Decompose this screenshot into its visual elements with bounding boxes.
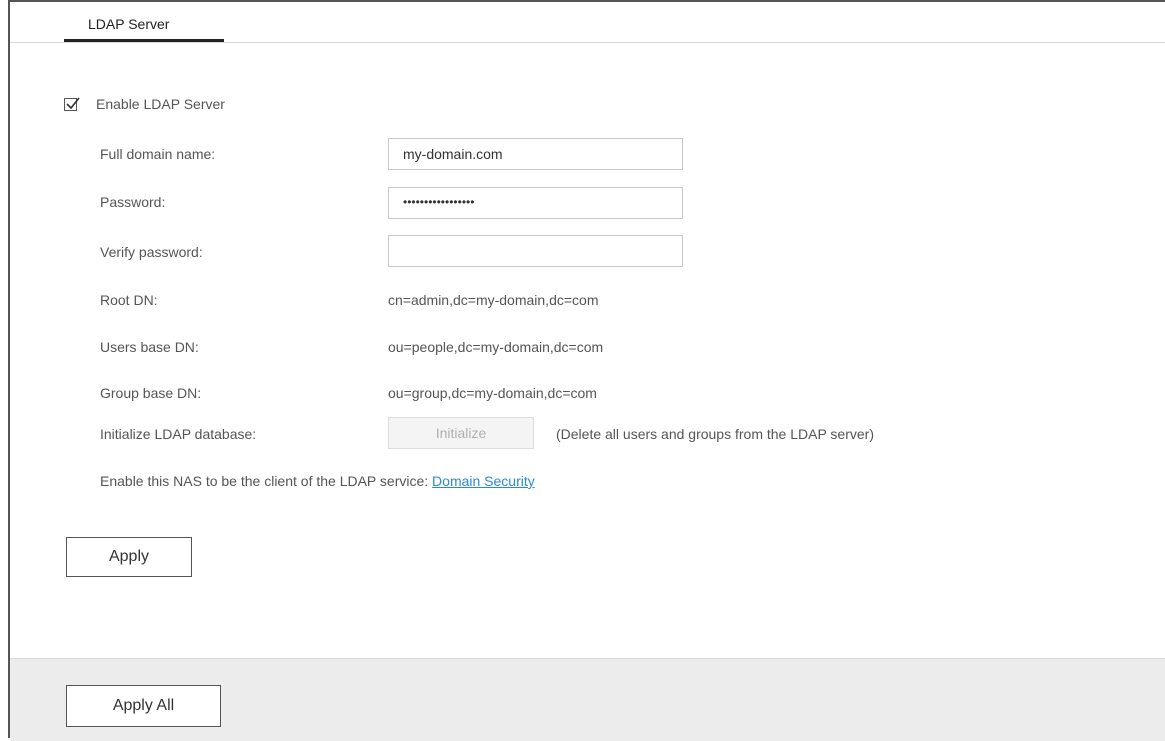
checkmark-icon	[66, 97, 80, 110]
enable-ldap-label: Enable LDAP Server	[96, 96, 225, 112]
password-input[interactable]: •••••••••••••••••	[388, 187, 683, 219]
group-base-dn-value: ou=group,dc=my-domain,dc=com	[388, 385, 597, 401]
nas-client-label: Enable this NAS to be the client of the …	[100, 473, 433, 489]
users-base-dn-label: Users base DN:	[100, 339, 199, 355]
enable-ldap-checkbox[interactable]	[64, 97, 80, 111]
tab-bar: LDAP Server	[10, 2, 1165, 43]
footer-bar: Apply All	[10, 658, 1165, 741]
root-dn-label: Root DN:	[100, 292, 158, 308]
apply-button[interactable]: Apply	[66, 537, 192, 577]
initialize-note: (Delete all users and groups from the LD…	[556, 426, 874, 442]
initialize-button[interactable]: Initialize	[388, 417, 534, 449]
password-label: Password:	[100, 194, 166, 210]
nas-client-text: Enable this NAS to be the client of the …	[100, 473, 535, 489]
initialize-label: Initialize LDAP database:	[100, 426, 257, 442]
verify-password-input[interactable]	[388, 235, 683, 267]
full-domain-label: Full domain name:	[100, 146, 216, 162]
verify-password-label: Verify password:	[100, 244, 203, 260]
full-domain-input[interactable]: my-domain.com	[388, 138, 683, 170]
domain-security-link[interactable]: Domain Security	[432, 473, 535, 489]
group-base-dn-label: Group base DN:	[100, 385, 202, 401]
tab-ldap-server[interactable]: LDAP Server	[64, 16, 224, 42]
ldap-settings-window: LDAP Server Enable LDAP Server Full doma…	[8, 0, 1165, 741]
ldap-form: Enable LDAP Server Full domain name: my-…	[10, 43, 1165, 658]
users-base-dn-value: ou=people,dc=my-domain,dc=com	[388, 339, 604, 355]
root-dn-value: cn=admin,dc=my-domain,dc=com	[388, 292, 599, 308]
apply-all-button[interactable]: Apply All	[66, 685, 221, 727]
